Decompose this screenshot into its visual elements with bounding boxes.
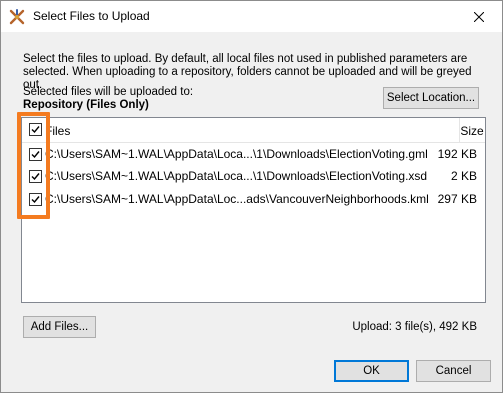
file-path: C:\Users\SAM~1.WAL\AppData\Loca...\1\Dow… (45, 147, 428, 161)
file-path: C:\Users\SAM~1.WAL\AppData\Loca...\1\Dow… (45, 169, 428, 183)
upload-target-label: Selected files will be uploaded to: (23, 86, 194, 98)
ok-button[interactable]: OK (334, 360, 409, 382)
file-row[interactable]: C:\Users\SAM~1.WAL\AppData\Loca...\1\Dow… (22, 143, 485, 165)
file-row[interactable]: C:\Users\SAM~1.WAL\AppData\Loca...\1\Dow… (22, 165, 485, 187)
file-row[interactable]: C:\Users\SAM~1.WAL\AppData\Loc...ads\Van… (22, 188, 485, 210)
upload-dialog: Select Files to Upload Select the files … (0, 0, 503, 393)
upload-summary: Upload: 3 file(s), 492 KB (352, 321, 477, 333)
file-list: Files Size C:\Users\SAM~1.WAL\AppData\Lo… (21, 117, 486, 303)
select-location-button[interactable]: Select Location... (383, 87, 479, 109)
file-size: 192 KB (437, 147, 477, 161)
close-button[interactable] (456, 1, 502, 32)
file-size: 2 KB (450, 169, 477, 183)
upload-target-value: Repository (Files Only) (23, 99, 149, 111)
size-column-header[interactable]: Size (459, 124, 485, 138)
title-bar: Select Files to Upload (1, 1, 502, 32)
checkbox-highlight-box (17, 112, 50, 219)
cancel-button[interactable]: Cancel (416, 360, 491, 382)
file-path: C:\Users\SAM~1.WAL\AppData\Loc...ads\Van… (45, 192, 429, 206)
fme-app-icon (9, 9, 25, 25)
window-title: Select Files to Upload (33, 9, 150, 23)
add-files-button[interactable]: Add Files... (23, 316, 96, 338)
file-list-header: Files Size (22, 118, 485, 143)
close-icon (474, 11, 484, 22)
file-size: 297 KB (437, 192, 477, 206)
